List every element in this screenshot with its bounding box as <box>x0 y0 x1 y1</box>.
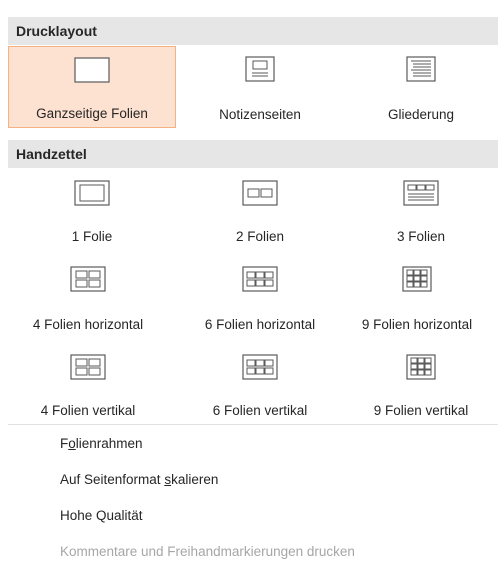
scale-post: kalieren <box>171 472 219 487</box>
handout-4-horizontal-option[interactable]: 4 Folien horizontal <box>0 250 176 338</box>
handout-1-slide-option[interactable]: 1 Folie <box>8 170 176 250</box>
handout-4-horizontal-icon <box>70 266 106 295</box>
handout-9-horizontal-icon <box>399 266 435 295</box>
scale-to-fit-option[interactable]: Auf Seitenformat skalieren <box>60 472 218 487</box>
handout-4-vertical-option[interactable]: 4 Folien vertikal <box>0 338 176 424</box>
scale-pre: Auf Seitenformat <box>60 472 165 487</box>
frame-slides-option[interactable]: Folienrahmen <box>60 436 143 451</box>
frame-slides-accesskey: o <box>68 436 76 451</box>
handout-2-slides-option[interactable]: 2 Folien <box>176 170 344 250</box>
high-quality-option[interactable]: Hohe Qualität <box>60 508 143 523</box>
handout-6-vertical-icon <box>242 354 278 383</box>
handout-9-vertical-option[interactable]: 9 Folien vertikal <box>344 338 498 424</box>
handout-4-horizontal-label: 4 Folien horizontal <box>32 317 144 332</box>
handout-3-slides-icon <box>403 180 439 209</box>
handout-1-slide-label: 1 Folie <box>71 229 113 244</box>
full-page-slides-option[interactable]: Ganzseitige Folien <box>8 46 176 128</box>
handout-4-vertical-label: 4 Folien vertikal <box>40 403 136 418</box>
frame-slides-post: lienrahmen <box>75 436 143 451</box>
print-layout-menu: Drucklayout Ganzseitige Folien Notizense… <box>0 0 498 570</box>
handout-1-slide-icon <box>74 180 110 209</box>
handout-2-slides-label: 2 Folien <box>235 229 285 244</box>
options-divider <box>8 424 498 425</box>
handout-2-slides-icon <box>242 180 278 209</box>
outline-option[interactable]: Gliederung <box>344 46 498 128</box>
handout-3-slides-label: 3 Folien <box>396 229 446 244</box>
handouts-header: Handzettel <box>8 140 498 168</box>
frame-slides-pre: F <box>60 436 69 451</box>
handout-6-vertical-label: 6 Folien vertikal <box>212 403 308 418</box>
print-layout-header: Drucklayout <box>8 17 498 45</box>
handout-9-horizontal-label: 9 Folien horizontal <box>361 317 473 332</box>
handout-9-vertical-icon <box>403 354 439 383</box>
notes-pages-label: Notizenseiten <box>219 107 301 122</box>
full-page-slides-label: Ganzseitige Folien <box>36 106 148 121</box>
handout-4-vertical-icon <box>70 354 106 383</box>
handout-3-slides-option[interactable]: 3 Folien <box>344 170 498 250</box>
handout-9-vertical-label: 9 Folien vertikal <box>373 403 469 418</box>
handout-6-horizontal-option[interactable]: 6 Folien horizontal <box>176 250 344 338</box>
handout-6-horizontal-icon <box>242 266 278 295</box>
notes-pages-option[interactable]: Notizenseiten <box>176 46 344 128</box>
print-comments-option[interactable]: Kommentare und Freihandmarkierungen druc… <box>60 544 355 559</box>
handout-6-horizontal-label: 6 Folien horizontal <box>204 317 316 332</box>
outline-label: Gliederung <box>387 107 455 122</box>
outline-icon <box>403 56 439 85</box>
full-page-slide-icon <box>74 57 110 86</box>
notes-page-icon <box>242 56 278 85</box>
handout-9-horizontal-option[interactable]: 9 Folien horizontal <box>336 250 498 338</box>
handout-6-vertical-option[interactable]: 6 Folien vertikal <box>176 338 344 424</box>
